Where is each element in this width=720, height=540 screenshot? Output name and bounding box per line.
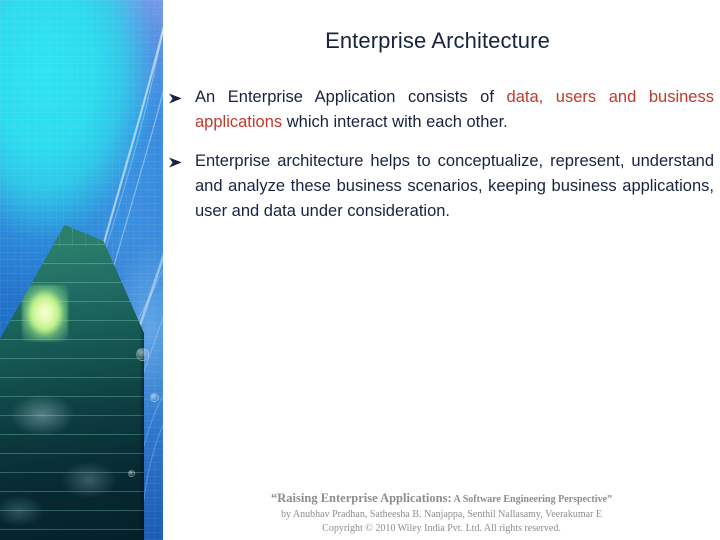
footer-book-title-main: “Raising Enterprise Applications: (271, 491, 452, 505)
image-bubble-artifact (136, 348, 149, 361)
footer-copyright: Copyright © 2010 Wiley India Pvt. Ltd. A… (322, 523, 561, 534)
slide-content: Enterprise Architecture An Enterprise Ap… (163, 0, 720, 540)
footer-book-title-sub: A Software Engineering Perspective” (451, 494, 612, 505)
arrowhead-bullet-icon (165, 149, 195, 169)
bullet-1-seg-2: which interact with each other. (282, 113, 508, 131)
bullet-1-text: An Enterprise Application consists of da… (195, 85, 714, 135)
bullet-1-seg-0: An Enterprise Application consists of (195, 88, 507, 106)
footer-authors: by Anubhav Pradhan, Satheesha B. Nanjapp… (280, 509, 603, 520)
page-title: Enterprise Architecture (325, 28, 550, 53)
list-item: An Enterprise Application consists of da… (165, 85, 714, 135)
slide-footer: “Raising Enterprise Applications: A Soft… (163, 490, 720, 536)
slide: Enterprise Architecture An Enterprise Ap… (0, 0, 720, 540)
footer-book-title: “Raising Enterprise Applications: A Soft… (163, 490, 720, 508)
bullet-2-text: Enterprise architecture helps to concept… (195, 152, 714, 220)
arrowhead-bullet-icon (165, 85, 195, 105)
skyscraper-abstract-blue-image (0, 0, 163, 540)
image-bubble-artifact (150, 393, 159, 402)
image-bubble-artifact (128, 470, 135, 477)
list-item: Enterprise architecture helps to concept… (165, 149, 714, 224)
bullet-list: An Enterprise Application consists of da… (165, 85, 714, 224)
